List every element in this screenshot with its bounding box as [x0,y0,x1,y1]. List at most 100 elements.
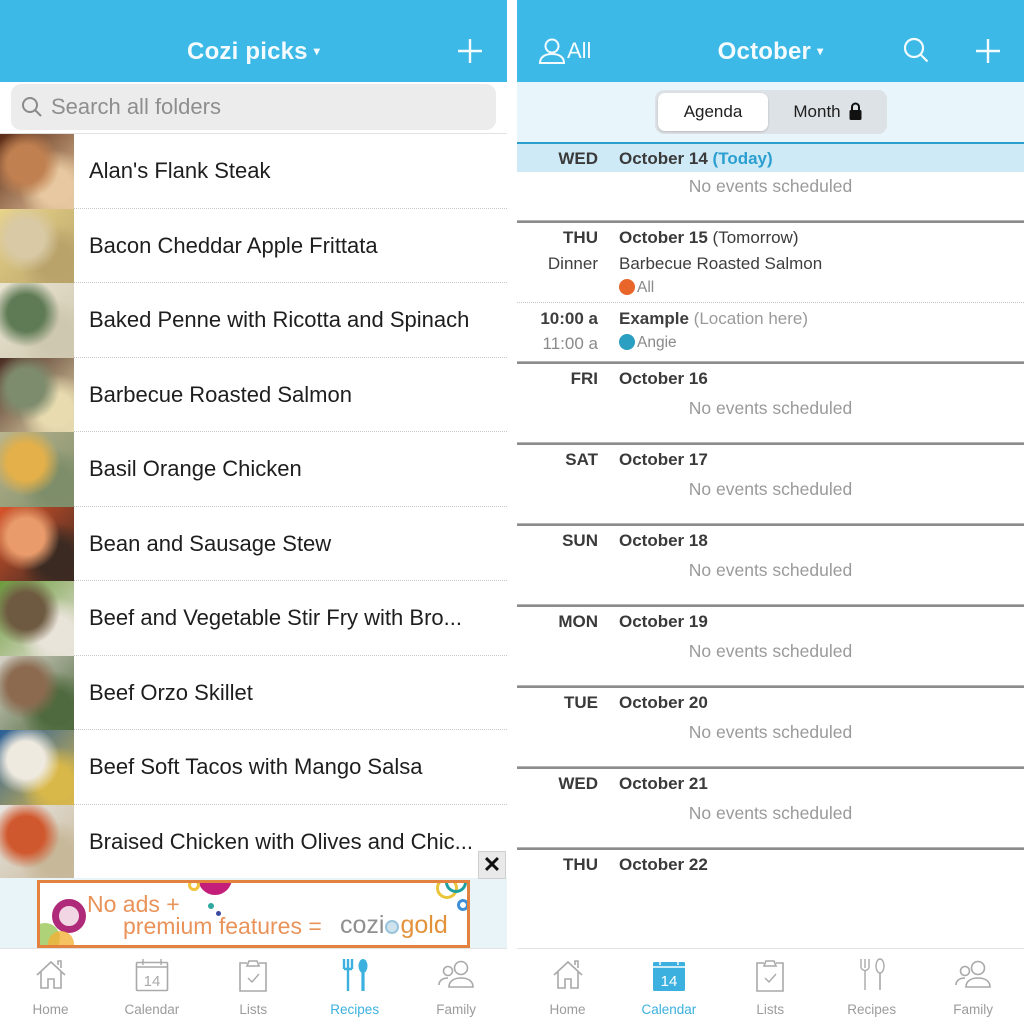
no-events-text: No events scheduled [688,398,853,418]
tab-label: Home [32,1002,69,1017]
day-date: October 19 [619,612,708,631]
recipe-list-item[interactable]: Beef and Vegetable Stir Fry with Bro... [0,581,507,656]
search-button[interactable] [901,36,931,66]
search-input[interactable] [51,84,481,130]
agenda-day: WED October 21 No events scheduled [517,766,1024,847]
tab-family[interactable]: Family [923,957,1024,1019]
add-event-button[interactable] [973,36,1003,66]
recipe-list-item[interactable]: Beef Orzo Skillet [0,655,507,730]
tab-family[interactable]: Family [406,957,507,1019]
segment-agenda[interactable]: Agenda [658,93,768,131]
recipe-list-item[interactable]: Baked Penne with Ricotta and Spinach [0,283,507,358]
day-of-week: WED [558,774,598,793]
caret-down-icon: ▾ [313,43,320,58]
event-item[interactable]: 10:00 a 11:00 a Example (Location here) Ang… [517,303,1024,361]
event-start-time: 10:00 a [540,309,598,328]
view-switcher-bar: Agenda Month [517,82,1024,142]
agenda-day: FRI October 16 No events scheduled [517,361,1024,442]
attendee-color-dot [619,279,635,295]
event-title: Barbecue Roasted Salmon [619,254,823,273]
agenda-list: WED October 14 (Today) No events scheduled… [517,142,1024,880]
recipe-thumbnail [0,432,74,507]
day-of-week: FRI [570,369,598,388]
lock-icon [849,102,862,120]
view-segmented-control: Agenda Month [655,90,887,134]
family-icon [438,960,474,988]
recipe-list-item[interactable]: Bean and Sausage Stew [0,506,507,581]
day-of-week: THU [563,228,598,247]
attendee-color-dot [619,334,635,350]
recipe-thumbnail [0,208,74,283]
day-date: October 16 [619,369,708,388]
recipe-thumbnail [0,730,74,805]
tab-calendar[interactable]: 14 Calendar [618,957,719,1019]
tab-bar: Home 14 Calendar Lists Recipes Family [517,948,1024,1024]
day-of-week: WED [558,149,598,168]
ad-line-2: premium features = [123,913,322,939]
search-icon [903,37,929,63]
day-header[interactable]: THU October 15 (Tomorrow) [517,223,1024,253]
tab-lists[interactable]: Lists [203,957,304,1019]
upgrade-ad-banner[interactable]: No ads + premium features = cozi gold [37,880,470,948]
tab-lists[interactable]: Lists [720,957,821,1019]
recipe-thumbnail [0,134,74,209]
agenda-day: SUN October 18 No events scheduled [517,523,1024,604]
recipe-list-item[interactable]: Braised Chicken with Olives and Chic... [0,804,507,879]
day-header[interactable]: THU October 22 [517,850,1024,880]
ad-decoration [188,883,200,891]
recipe-name: Barbecue Roasted Salmon [89,381,352,407]
event-title-line: Example (Location here) [619,309,808,329]
clipboard-icon [239,960,268,992]
event-item[interactable]: Dinner Barbecue Roasted Salmon All [517,253,1024,303]
ad-decoration [52,899,86,933]
day-header[interactable]: TUE October 20 [517,688,1024,718]
day-of-week: TUE [564,693,598,712]
calendar-header: All October ▾ [517,0,1024,82]
tab-label: Calendar [641,1002,697,1017]
day-header[interactable]: WED October 21 [517,769,1024,799]
agenda-day: SAT October 17 No events scheduled [517,442,1024,523]
recipe-list-item[interactable]: Bacon Cheddar Apple Frittata [0,208,507,283]
recipe-name: Beef Soft Tacos with Mango Salsa [89,754,423,779]
recipe-list-item[interactable]: Basil Orange Chicken [0,432,507,507]
day-header[interactable]: SAT October 17 [517,445,1024,475]
day-of-week: THU [563,855,598,874]
recipe-thumbnail [0,655,74,730]
recipe-name: Basil Orange Chicken [89,456,302,481]
day-header[interactable]: FRI October 16 [517,364,1024,394]
no-events-text: No events scheduled [688,176,853,196]
tab-recipes[interactable]: Recipes [821,957,922,1019]
fork-spoon-icon [859,958,885,990]
recipe-list-item[interactable]: Beef Soft Tacos with Mango Salsa [0,730,507,805]
cozi-gold-logo: cozi gold [340,911,448,939]
recipe-list-item[interactable]: Alan's Flank Steak [0,134,507,209]
day-header[interactable]: SUN October 18 [517,526,1024,556]
tab-recipes[interactable]: Recipes [304,957,405,1019]
caret-down-icon: ▾ [817,43,824,58]
recipe-name: Beef Orzo Skillet [89,679,253,705]
search-bar [0,82,507,134]
home-icon [552,960,583,989]
segment-month[interactable]: Month [771,93,884,131]
search-field[interactable] [11,84,496,130]
recipe-name: Bacon Cheddar Apple Frittata [89,232,378,258]
fork-spoon-icon [342,959,368,991]
tab-label: Lists [239,1002,268,1017]
family-icon [955,960,991,988]
day-header[interactable]: WED October 14 (Today) [517,142,1024,172]
recipe-list-item[interactable]: Barbecue Roasted Salmon [0,357,507,432]
folder-picker[interactable]: Cozi picks ▾ [0,38,507,66]
recipe-list: Alan's Flank Steak Bacon Cheddar Apple Fr… [0,134,507,879]
day-header[interactable]: MON October 19 [517,607,1024,637]
tab-home[interactable]: Home [0,957,101,1019]
no-events-text: No events scheduled [688,641,853,661]
tab-calendar[interactable]: 14 Calendar [101,957,202,1019]
ad-decoration [48,931,74,945]
add-recipe-button[interactable] [455,36,485,66]
month-picker[interactable]: October ▾ [517,38,1024,66]
recipes-header: Cozi picks ▾ [0,0,507,82]
screen-divider [507,0,517,1024]
day-suffix: (Tomorrow) [712,228,799,247]
close-ad-button[interactable]: ✕ [478,851,506,879]
tab-home[interactable]: Home [517,957,618,1019]
